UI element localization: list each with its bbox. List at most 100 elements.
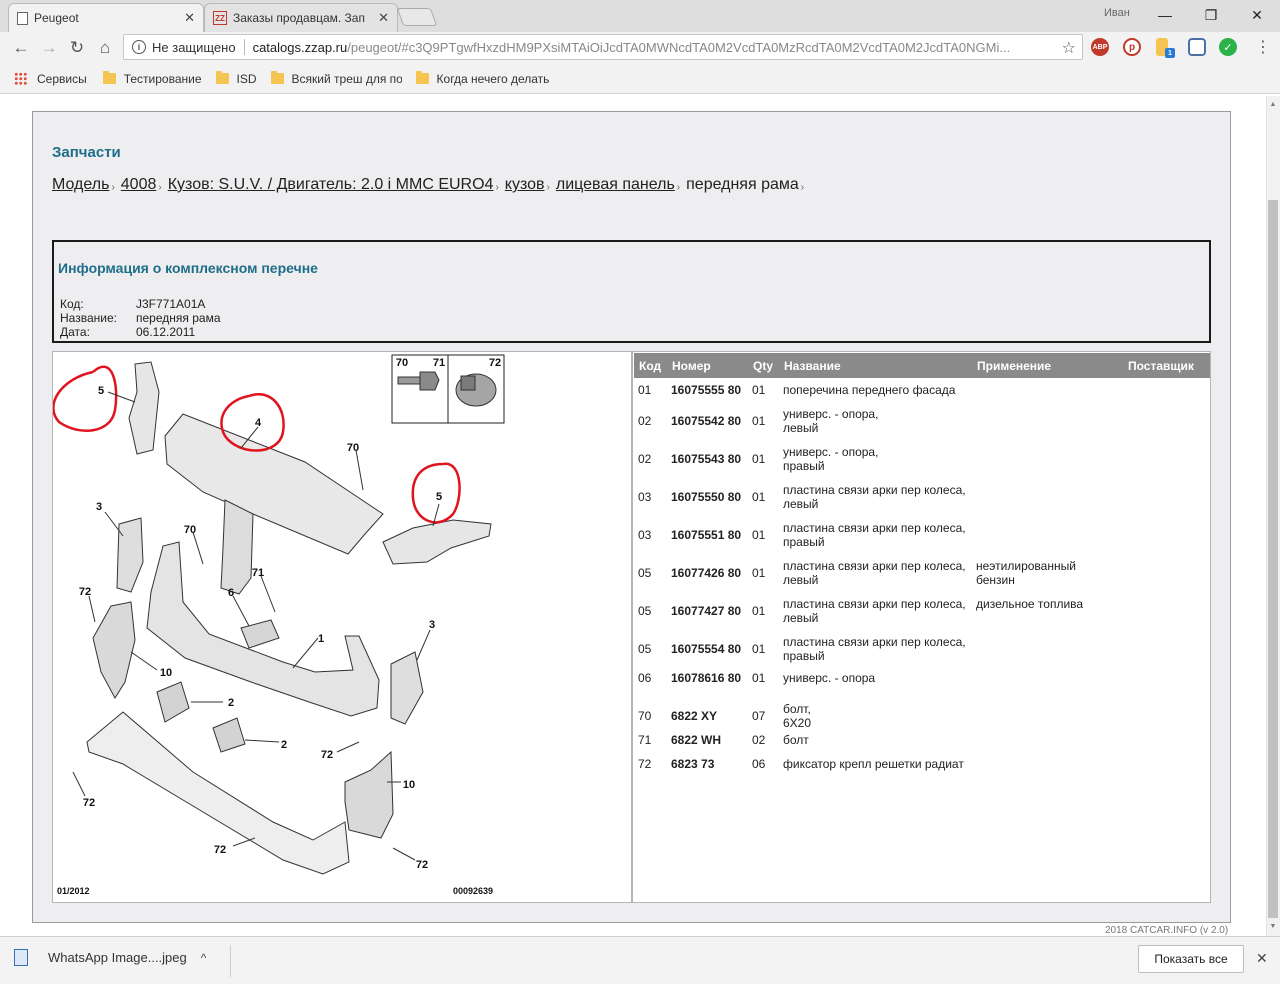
adblock-extension-icon[interactable]: ABP xyxy=(1091,38,1109,56)
breadcrumb-chevron-icon: › xyxy=(158,182,162,193)
cell-name: универс. - опора, xyxy=(783,407,879,421)
breadcrumb-body[interactable]: кузов xyxy=(505,176,545,194)
breadcrumb-model[interactable]: Модель xyxy=(52,176,109,194)
column-header-qty: Qty xyxy=(753,359,774,373)
scroll-up-icon[interactable]: ▲ xyxy=(1268,100,1278,110)
cell-name: правый xyxy=(783,535,825,549)
tab-close-icon[interactable]: ✕ xyxy=(184,10,195,26)
download-filename: WhatsApp Image....jpeg xyxy=(48,950,187,965)
cell-number: 16075542 80 xyxy=(671,414,742,428)
extension-badge-icon[interactable]: 1 xyxy=(1165,48,1175,58)
minimize-button[interactable]: — xyxy=(1151,4,1179,26)
cell-code: 72 xyxy=(638,757,652,771)
close-window-button[interactable]: ✕ xyxy=(1243,4,1271,26)
bookmark-isd[interactable]: ISD xyxy=(215,71,257,86)
parts-diagram[interactable]: 5 4 70 5 3 70 71 6 72 1 3 10 2 2 72 10 7… xyxy=(52,351,632,903)
cell-number: 16078616 80 xyxy=(671,671,742,685)
show-all-downloads-button[interactable]: Показать все xyxy=(1138,945,1244,973)
tab-zzap-orders[interactable]: ZZ Заказы продавцам. Зап ✕ xyxy=(204,3,398,32)
back-icon[interactable]: ← xyxy=(10,37,32,59)
scrollbar-thumb[interactable] xyxy=(1268,200,1278,918)
parts-table-header: Код Номер Qty Название Применение Постав… xyxy=(634,353,1210,378)
chevron-up-icon[interactable]: ^ xyxy=(201,951,207,965)
bookmark-testing[interactable]: Тестирование xyxy=(102,71,202,86)
tab-title: Peugeot xyxy=(34,11,79,25)
cell-qty: 02 xyxy=(752,733,766,747)
cell-name: левый xyxy=(783,573,819,587)
check-extension-icon[interactable]: ✓ xyxy=(1219,38,1237,56)
cell-qty: 01 xyxy=(752,604,766,618)
folder-icon xyxy=(415,71,429,84)
callout-72-left-top: 72 xyxy=(79,586,91,598)
part-10-right-duct xyxy=(344,750,394,839)
cell-name: фиксатор крепл решетки радиат xyxy=(783,757,964,771)
leader-70-top xyxy=(355,449,364,491)
address-bar[interactable]: i Не защищено catalogs.zzap.ru /peugeot/… xyxy=(123,34,1083,60)
callout-70-left: 70 xyxy=(184,524,196,536)
parts-diagram-drawing[interactable]: 5 4 70 5 3 70 71 6 72 1 3 10 2 2 72 10 7… xyxy=(53,352,631,902)
catalog-info-box: Информация о комплексном перечне Код: J3… xyxy=(52,240,1211,343)
callout-71: 71 xyxy=(252,567,264,579)
tab-peugeot[interactable]: Peugeot ✕ xyxy=(8,3,204,32)
cell-code: 03 xyxy=(638,490,652,504)
folder-icon xyxy=(102,71,116,84)
cell-qty: 07 xyxy=(752,709,766,723)
reload-icon[interactable]: ↻ xyxy=(66,37,88,59)
cell-usage: дизельное топлива xyxy=(976,597,1084,611)
column-header-name: Название xyxy=(784,359,841,373)
close-download-bar-icon[interactable]: ✕ xyxy=(1256,950,1268,967)
chrome-menu-icon[interactable]: ⋮ xyxy=(1255,37,1271,57)
info-icon[interactable]: i xyxy=(132,40,146,54)
leader-72-right xyxy=(392,847,416,861)
scroll-down-icon[interactable]: ▼ xyxy=(1268,922,1278,932)
info-value: передняя рама xyxy=(136,311,221,325)
callout-10-right: 10 xyxy=(403,779,415,791)
folder-icon xyxy=(215,71,229,84)
cell-code: 02 xyxy=(638,452,652,466)
cell-qty: 01 xyxy=(752,528,766,542)
bookmark-apps[interactable]: Сервисы xyxy=(14,72,87,86)
cell-number: 16075551 80 xyxy=(671,528,742,542)
forward-icon[interactable]: → xyxy=(38,37,60,59)
cell-number: 16075555 80 xyxy=(671,383,742,397)
image-file-icon xyxy=(14,949,28,966)
bookmarks-bar: Сервисы Тестирование ISD Всякий треш для… xyxy=(0,64,1280,94)
cell-number: 16075550 80 xyxy=(671,490,742,504)
part-6-support xyxy=(240,619,280,649)
section-title: Запчасти xyxy=(52,144,121,161)
page-icon xyxy=(17,11,28,25)
bookmark-label: Всякий треш для пои xyxy=(291,71,402,86)
home-icon[interactable]: ⌂ xyxy=(94,37,116,59)
cell-usage: бензин xyxy=(976,573,1015,587)
breadcrumb-body-engine[interactable]: Кузов: S.U.V. / Двигатель: 2.0 i MMC EUR… xyxy=(168,176,494,194)
maximize-button[interactable]: ❐ xyxy=(1197,4,1225,26)
breadcrumb-4008[interactable]: 4008 xyxy=(121,176,157,194)
leader-71 xyxy=(260,575,276,613)
cell-name: пластина связи арки пер колеса, xyxy=(783,521,966,535)
callout-72-bottom: 72 xyxy=(214,844,226,856)
download-item[interactable]: WhatsApp Image....jpeg ^ xyxy=(14,949,206,966)
profile-name[interactable]: Иван xyxy=(1104,7,1130,19)
info-value: J3F771A01A xyxy=(136,297,206,311)
drive-extension-icon[interactable] xyxy=(1188,38,1206,56)
bookmark-bored[interactable]: Когда нечего делать xyxy=(415,71,549,86)
cell-number: 16077427 80 xyxy=(671,604,742,618)
part-3-left-plate xyxy=(116,517,144,593)
diagram-date-code: 01/2012 xyxy=(57,886,90,896)
bookmark-trash[interactable]: Всякий треш для пои xyxy=(270,71,402,86)
new-tab-button[interactable] xyxy=(396,8,438,26)
breadcrumb-front-panel[interactable]: лицевая панель xyxy=(556,176,675,194)
cell-qty: 01 xyxy=(752,566,766,580)
breadcrumb-chevron-icon: › xyxy=(676,182,681,193)
info-value: 06.12.2011 xyxy=(136,325,196,339)
column-header-number: Номер xyxy=(672,359,711,373)
bookmark-star-icon[interactable]: ☆ xyxy=(1062,38,1076,58)
footer-copyright: 2018 CATCAR.INFO (v 2.0) xyxy=(1105,925,1229,936)
column-header-usage: Применение xyxy=(977,359,1052,373)
info-row-date: Дата: 06.12.2011 xyxy=(60,325,195,339)
pinterest-extension-icon[interactable]: p xyxy=(1123,38,1141,56)
parts-table: Код Номер Qty Название Применение Постав… xyxy=(632,351,1211,903)
tab-close-icon[interactable]: ✕ xyxy=(378,10,389,26)
cell-name: правый xyxy=(783,459,825,473)
diagram-image-code: 00092639 xyxy=(453,886,493,896)
